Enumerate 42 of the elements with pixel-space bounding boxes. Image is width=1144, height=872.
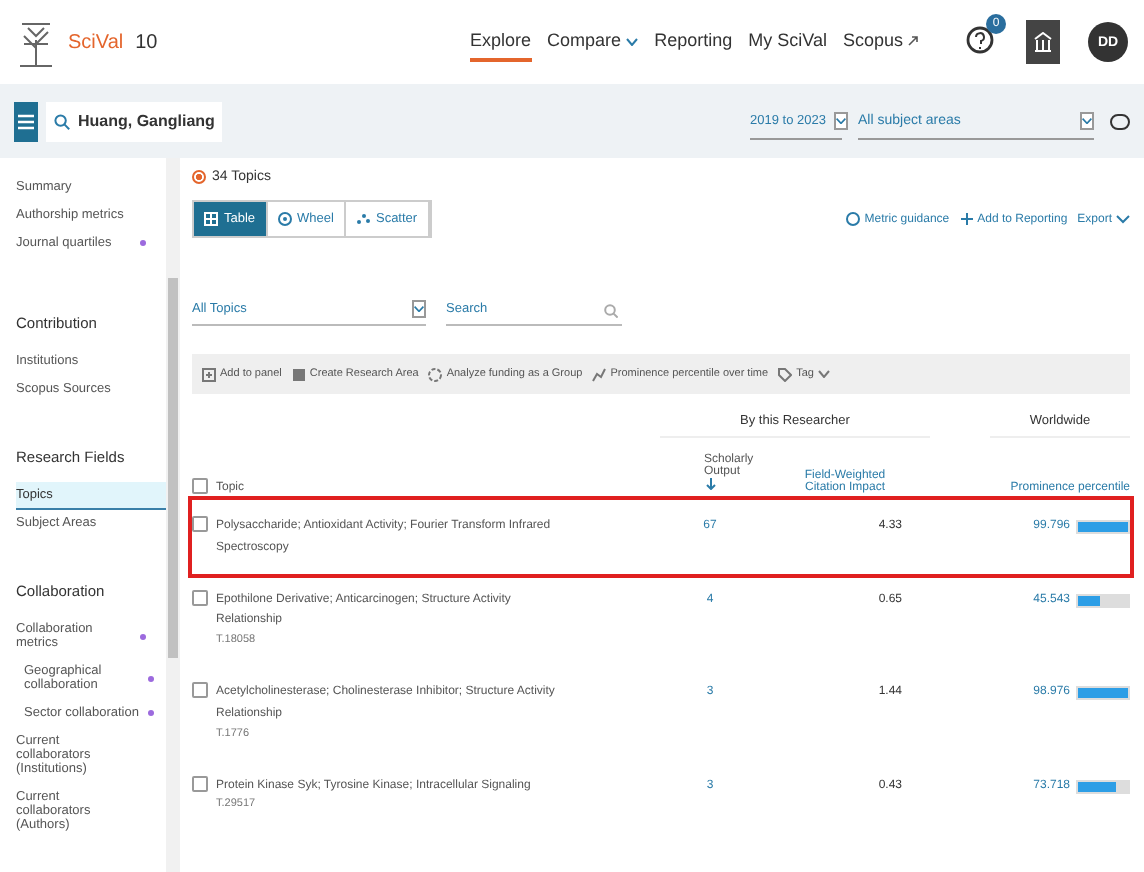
- nav-link[interactable]: Scopus: [842, 22, 918, 62]
- chevron-down-icon: [1116, 212, 1130, 226]
- radio-button[interactable]: [192, 170, 206, 184]
- panel-add-icon: [202, 367, 216, 381]
- chevron-down-icon: [835, 117, 846, 123]
- chevron-down-icon: [817, 370, 830, 378]
- building-icon: [1034, 32, 1052, 52]
- checkbox[interactable]: [192, 589, 208, 606]
- external-link-icon: [908, 36, 918, 46]
- menu-button[interactable]: [14, 101, 38, 141]
- toggle-switch[interactable]: [1110, 113, 1130, 129]
- chevron-down-icon: [1082, 117, 1092, 123]
- scatter-icon: [355, 212, 370, 226]
- nav-link[interactable]: My SciVal: [748, 22, 827, 62]
- entity-search-field[interactable]: Huang, Gangliang: [46, 101, 223, 141]
- scrollbar[interactable]: [166, 158, 180, 872]
- checkbox[interactable]: [192, 516, 208, 532]
- trend-line-icon: [592, 367, 607, 381]
- logo-text: SciVal: [68, 31, 124, 53]
- wheel-icon: [277, 212, 292, 226]
- menu-icon: [18, 113, 34, 129]
- scrollbar-thumb[interactable]: [168, 278, 178, 658]
- search-icon: [54, 113, 70, 129]
- nav-link[interactable]: Compare: [547, 22, 639, 62]
- chevron-down-icon: [626, 38, 639, 46]
- research-area-icon: [291, 367, 306, 381]
- checkbox[interactable]: [192, 775, 208, 792]
- version-text: 10: [135, 31, 158, 53]
- chevron-down-icon: [414, 306, 424, 312]
- checkbox[interactable]: [192, 682, 208, 699]
- info-icon: [846, 212, 861, 226]
- help-icon[interactable]: [966, 26, 994, 54]
- funding-icon: [428, 367, 443, 381]
- sort-down-arrow-icon: [705, 478, 715, 490]
- table-icon: [204, 212, 218, 226]
- nav-link[interactable]: Explore: [470, 22, 532, 62]
- checkbox[interactable]: [192, 478, 208, 494]
- plus-icon: [959, 212, 974, 226]
- nav-link[interactable]: Reporting: [654, 22, 733, 62]
- search-icon: [604, 304, 618, 318]
- institution-button[interactable]: [1026, 20, 1060, 64]
- tag-icon: [778, 367, 793, 381]
